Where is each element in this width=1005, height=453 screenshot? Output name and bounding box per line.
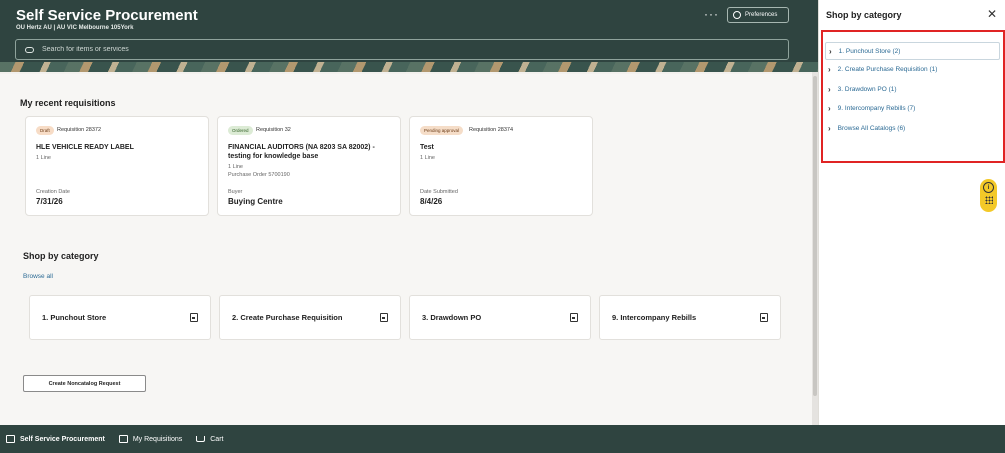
create-noncatalog-request-button[interactable]: Create Noncatalog Request xyxy=(23,375,146,392)
grid-icon xyxy=(984,196,993,204)
search-input[interactable] xyxy=(42,46,742,53)
preferences-button[interactable]: Preferences xyxy=(727,7,789,23)
requisitions-icon xyxy=(118,435,128,443)
chevron-right-icon: › xyxy=(829,46,832,56)
nav-label: My Requisitions xyxy=(132,435,183,443)
requisition-title: HLE VEHICLE READY LABEL xyxy=(36,144,134,151)
requisition-field-value: 7/31/26 xyxy=(36,197,63,206)
store-icon xyxy=(6,435,15,443)
shop-by-category-heading: Shop by category xyxy=(23,251,99,261)
panel-category-item[interactable]: › 3. Drawdown PO (1) xyxy=(828,80,1000,100)
preferences-label: Preferences xyxy=(745,12,778,18)
panel-category-label: Browse All Catalogs (6) xyxy=(837,124,906,132)
search-bar[interactable] xyxy=(15,39,789,60)
panel-category-item[interactable]: › Browse All Catalogs (6) xyxy=(828,119,1000,139)
page-title: Self Service Procurement xyxy=(16,7,198,24)
category-card-punchout[interactable]: 1. Punchout Store xyxy=(29,295,211,340)
more-actions-button[interactable]: ··· xyxy=(704,7,719,21)
panel-category-item[interactable]: › 1. Punchout Store (2) xyxy=(825,42,1000,60)
requisition-field-value: 8/4/26 xyxy=(420,197,443,206)
chevron-right-icon: › xyxy=(828,65,831,75)
cart-icon xyxy=(196,436,206,442)
requisition-lines: 1 Line xyxy=(420,155,435,161)
requisition-number: Requisition 28372 xyxy=(57,127,102,133)
purchase-order-number: Purchase Order 5700190 xyxy=(228,172,290,178)
requisition-field-label: Buyer xyxy=(228,189,243,195)
status-badge: Pending approval xyxy=(420,126,464,135)
nav-cart[interactable]: Cart xyxy=(196,436,223,443)
category-label: 3. Drawdown PO xyxy=(422,313,482,322)
browse-all-link[interactable]: Browse all xyxy=(23,273,53,280)
requisition-number: Requisition 32 xyxy=(256,127,291,133)
panel-category-label: 1. Punchout Store (2) xyxy=(838,47,901,55)
info-icon: i xyxy=(983,182,994,193)
requisition-title: FINANCIAL AUDITORS (NA 8203 SA 82002) - … xyxy=(228,144,375,160)
panel-category-list: › 1. Punchout Store (2) › 2. Create Purc… xyxy=(825,42,1000,139)
panel-category-label: 9. Intercompany Rebills (7) xyxy=(837,105,916,113)
nav-my-requisitions[interactable]: My Requisitions xyxy=(118,435,183,443)
bottom-nav: Self Service Procurement My Requisitions… xyxy=(0,425,1005,453)
requisition-field-value: Buying Centre xyxy=(228,197,283,206)
category-label: 1. Punchout Store xyxy=(42,313,107,322)
panel-category-item[interactable]: › 9. Intercompany Rebills (7) xyxy=(828,99,1000,119)
catalog-doc-icon xyxy=(760,313,768,322)
panel-category-item[interactable]: › 2. Create Purchase Requisition (1) xyxy=(828,60,1000,80)
catalog-doc-icon xyxy=(570,313,578,322)
status-badge: Draft xyxy=(36,126,54,135)
chevron-right-icon: › xyxy=(828,123,831,133)
category-card-intercompany-rebills[interactable]: 9. Intercompany Rebills xyxy=(599,295,781,340)
page-header: Self Service Procurement OU Hertz AU | A… xyxy=(0,0,818,72)
category-label: 2. Create Purchase Requisition xyxy=(232,313,343,322)
category-card-drawdown-po[interactable]: 3. Drawdown PO xyxy=(409,295,591,340)
requisition-field-label: Creation Date xyxy=(36,189,70,195)
requisition-field-label: Date Submitted xyxy=(420,189,458,195)
scrollbar-thumb[interactable] xyxy=(813,76,817,396)
status-badge: Ordered xyxy=(228,126,253,135)
shop-by-category-panel: Shop by category ✕ › 1. Punchout Store (… xyxy=(818,0,1005,425)
gear-icon xyxy=(733,11,741,19)
search-icon xyxy=(25,46,34,53)
requisition-card[interactable]: Pending approval Requisition 28374 Test … xyxy=(409,116,593,216)
requisition-lines: 1 Line xyxy=(36,155,51,161)
category-label: 9. Intercompany Rebills xyxy=(612,313,697,322)
header-pattern xyxy=(0,62,818,72)
app-root: Self Service Procurement OU Hertz AU | A… xyxy=(0,0,1005,453)
panel-category-label: 3. Drawdown PO (1) xyxy=(837,85,897,93)
requisition-number: Requisition 28374 xyxy=(469,127,514,133)
requisition-card[interactable]: Ordered Requisition 32 FINANCIAL AUDITOR… xyxy=(217,116,401,216)
requisition-lines: 1 Line xyxy=(228,164,243,170)
chevron-right-icon: › xyxy=(828,104,831,114)
nav-self-service-procurement[interactable]: Self Service Procurement xyxy=(6,435,105,443)
catalog-doc-icon xyxy=(190,313,198,322)
requisition-title: Test xyxy=(420,144,434,151)
guided-help-widget[interactable]: i xyxy=(980,179,997,212)
category-card-create-requisition[interactable]: 2. Create Purchase Requisition xyxy=(219,295,401,340)
recent-requisitions-heading: My recent requisitions xyxy=(20,98,116,108)
chevron-right-icon: › xyxy=(828,84,831,94)
close-icon[interactable]: ✕ xyxy=(987,8,997,20)
business-unit-location: OU Hertz AU | AU VIC Melbourne 105York xyxy=(16,25,134,31)
panel-title: Shop by category xyxy=(826,10,902,20)
panel-category-label: 2. Create Purchase Requisition (1) xyxy=(837,66,938,74)
requisition-card[interactable]: Draft Requisition 28372 HLE VEHICLE READ… xyxy=(25,116,209,216)
catalog-doc-icon xyxy=(380,313,388,322)
nav-label: Cart xyxy=(210,435,224,443)
nav-label: Self Service Procurement xyxy=(20,435,105,443)
